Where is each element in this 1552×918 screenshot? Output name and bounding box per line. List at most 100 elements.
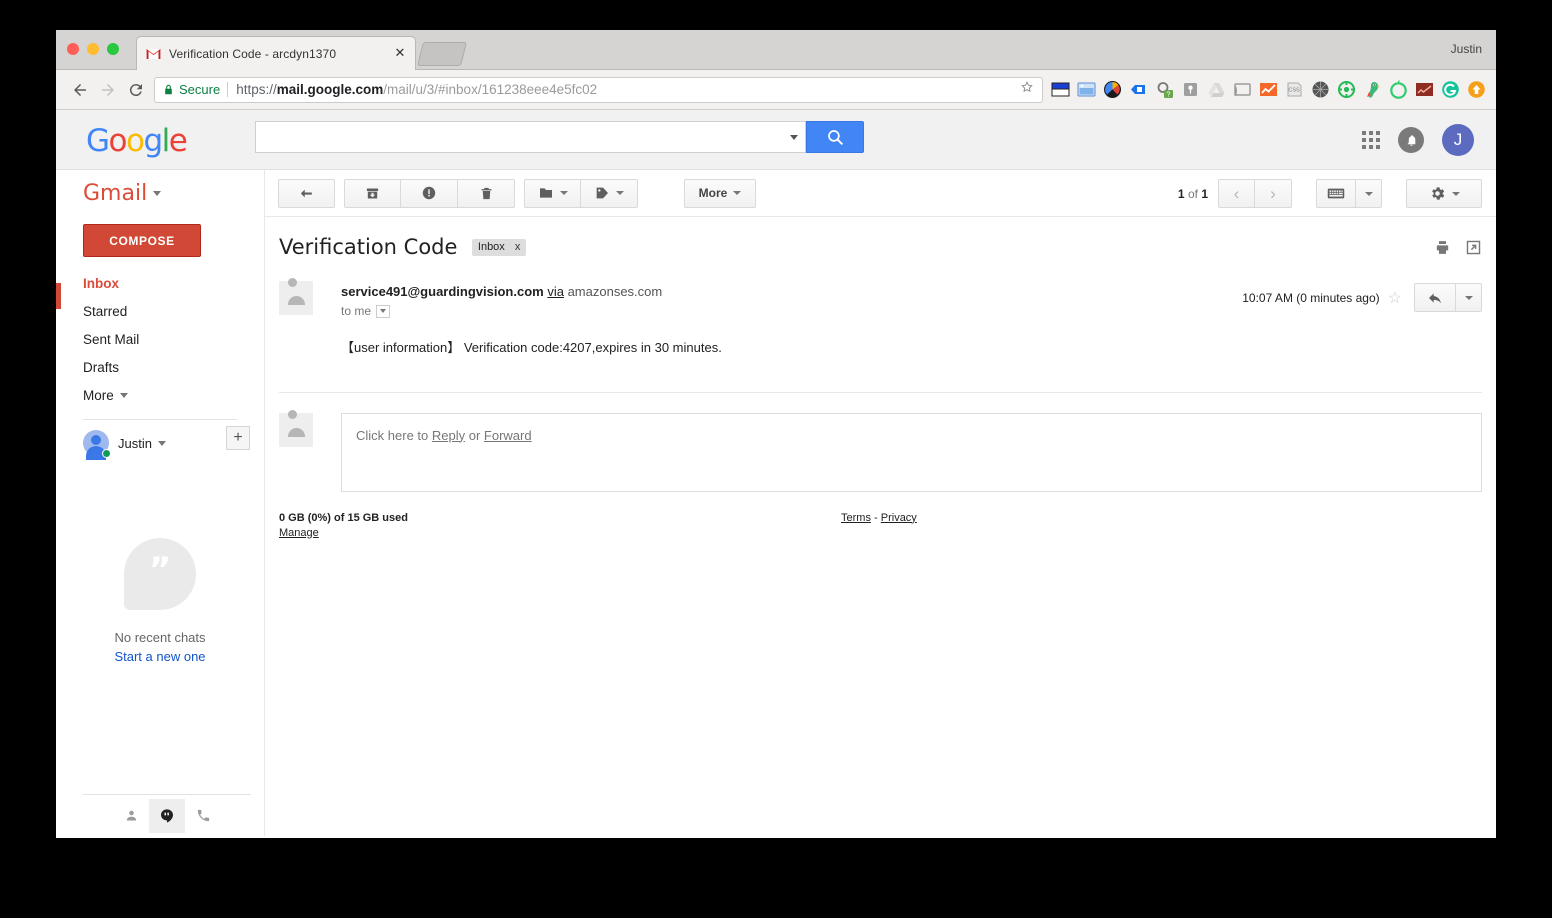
message-more-options-button[interactable] xyxy=(1456,283,1482,312)
manage-storage-link[interactable]: Manage xyxy=(279,527,1482,539)
label-chip-text: Inbox xyxy=(477,241,505,253)
sidebar-item-label: Starred xyxy=(83,303,128,319)
reply-box[interactable]: Click here to Reply or Forward xyxy=(341,412,1482,492)
remove-label-icon[interactable]: x xyxy=(515,241,521,253)
labels-button[interactable] xyxy=(581,178,638,208)
sidebar-item-drafts[interactable]: Drafts xyxy=(56,353,264,381)
minimize-window-button[interactable] xyxy=(87,43,99,55)
address-bar[interactable]: Secure https://mail.google.com/mail/u/3/… xyxy=(154,76,1043,103)
drive-icon[interactable] xyxy=(1207,80,1226,99)
cast-icon[interactable] xyxy=(1233,80,1252,99)
url-host: mail.google.com xyxy=(276,82,384,97)
delete-trash-button[interactable] xyxy=(458,178,515,208)
previous-page-button[interactable]: ‹ xyxy=(1218,179,1255,208)
report-spam-button[interactable] xyxy=(401,178,458,208)
search-input[interactable] xyxy=(255,121,782,153)
svg-text:?: ? xyxy=(1167,91,1171,98)
message-details-dropdown[interactable] xyxy=(376,304,391,318)
more-button[interactable]: More xyxy=(684,178,756,208)
tomato-timer-icon[interactable] xyxy=(1389,80,1408,99)
stats-icon[interactable] xyxy=(1415,80,1434,99)
analytics-icon[interactable] xyxy=(1259,80,1278,99)
add-contact-button[interactable]: + xyxy=(226,426,250,450)
search-options-icon[interactable] xyxy=(782,121,806,153)
keyboard-icon[interactable] xyxy=(1316,179,1356,208)
logo-letter: G xyxy=(86,123,110,159)
back-icon[interactable] xyxy=(66,76,94,104)
screenshot-icon[interactable] xyxy=(1077,80,1096,99)
close-window-button[interactable] xyxy=(67,43,79,55)
password-key-icon[interactable] xyxy=(1181,80,1200,99)
css-viewer-icon[interactable]: CSS xyxy=(1285,80,1304,99)
sidebar-item-more[interactable]: More xyxy=(56,381,264,409)
toolbar-group-back xyxy=(278,178,335,208)
upload-icon[interactable] xyxy=(1467,80,1486,99)
bookmark-bar-icon[interactable] xyxy=(1051,80,1070,99)
bookmark-star-icon[interactable] xyxy=(1020,80,1034,99)
via-label[interactable]: via xyxy=(547,284,564,299)
browser-profile-name[interactable]: Justin xyxy=(1451,42,1482,56)
next-page-button[interactable]: › xyxy=(1255,179,1292,208)
hangouts-icon[interactable] xyxy=(149,798,185,833)
secure-label: Secure xyxy=(179,82,221,97)
close-icon[interactable]: ✕ xyxy=(393,46,407,61)
web-scraper-icon[interactable] xyxy=(1311,80,1330,99)
reply-button[interactable] xyxy=(1414,283,1456,312)
new-tab-button[interactable] xyxy=(417,42,467,66)
terms-link[interactable]: Terms xyxy=(841,512,871,524)
recipient-label: to me xyxy=(341,304,372,318)
toolbar-group-organize xyxy=(524,178,638,208)
url-divider xyxy=(227,82,229,97)
reply-link[interactable]: Reply xyxy=(432,428,465,443)
archive-button[interactable] xyxy=(344,178,401,208)
chevron-down-icon xyxy=(119,392,128,398)
sidebar-item-starred[interactable]: Starred xyxy=(56,297,264,325)
parrot-icon[interactable] xyxy=(1363,80,1382,99)
open-in-new-window-icon[interactable] xyxy=(1465,239,1482,261)
start-new-chat-link[interactable]: Start a new one xyxy=(56,649,264,664)
print-icon[interactable] xyxy=(1434,239,1451,261)
maximize-window-button[interactable] xyxy=(107,43,119,55)
gmail-wordmark-row[interactable]: Gmail xyxy=(56,170,264,216)
tag-icon[interactable] xyxy=(1129,80,1148,99)
contacts-icon[interactable] xyxy=(113,799,149,833)
phone-icon[interactable] xyxy=(185,799,221,833)
star-icon[interactable]: ☆ xyxy=(1388,288,1402,308)
gmail-icon xyxy=(145,46,161,62)
message-meta: 10:07 AM (0 minutes ago) ☆ xyxy=(1242,283,1482,312)
sidebar-item-sent-mail[interactable]: Sent Mail xyxy=(56,325,264,353)
search-magnifier-icon[interactable]: ? xyxy=(1155,80,1174,99)
message-header: service491@guardingvision.com via amazon… xyxy=(279,278,1482,318)
browser-tab-active[interactable]: Verification Code - arcdyn1370 ✕ xyxy=(136,36,416,70)
settings-gear-button[interactable] xyxy=(1406,179,1482,208)
email-message: service491@guardingvision.com via amazon… xyxy=(279,278,1482,358)
chevron-down-icon[interactable] xyxy=(157,440,166,446)
color-picker-icon[interactable] xyxy=(1103,80,1122,99)
sidebar-item-inbox[interactable]: Inbox xyxy=(56,269,264,297)
sidebar-item-label: Sent Mail xyxy=(83,331,140,347)
notifications-bell-icon[interactable] xyxy=(1398,127,1424,153)
apps-grid-icon[interactable] xyxy=(1362,131,1380,149)
url-text: https://mail.google.com/mail/u/3/#inbox/… xyxy=(236,82,1014,97)
back-to-inbox-button[interactable] xyxy=(278,178,335,208)
browser-toolbar: Secure https://mail.google.com/mail/u/3/… xyxy=(56,70,1496,110)
gmail-body: Gmail COMPOSE Inbox Starred Sent Mail Dr… xyxy=(56,170,1496,836)
hangouts-user-row[interactable]: Justin + xyxy=(56,420,264,460)
forward-link[interactable]: Forward xyxy=(484,428,532,443)
target-icon[interactable] xyxy=(1337,80,1356,99)
chevron-down-icon[interactable] xyxy=(153,190,162,196)
logo-letter: l xyxy=(161,123,171,159)
message-toolbar: More 1 of 1 ‹ › xyxy=(265,170,1496,217)
avatar[interactable]: J xyxy=(1442,124,1474,156)
google-logo[interactable]: Google xyxy=(86,123,188,159)
page-current: 1 xyxy=(1177,186,1185,201)
sender-address[interactable]: service491@guardingvision.com xyxy=(341,284,544,299)
move-to-folder-button[interactable] xyxy=(524,178,581,208)
privacy-link[interactable]: Privacy xyxy=(881,512,917,524)
keyboard-dropdown-button[interactable] xyxy=(1356,179,1382,208)
grammarly-icon[interactable] xyxy=(1441,80,1460,99)
status-badge[interactable]: Inbox x xyxy=(471,238,527,256)
search-button[interactable] xyxy=(806,121,864,153)
reload-icon[interactable] xyxy=(122,76,150,104)
compose-button[interactable]: COMPOSE xyxy=(83,224,201,257)
